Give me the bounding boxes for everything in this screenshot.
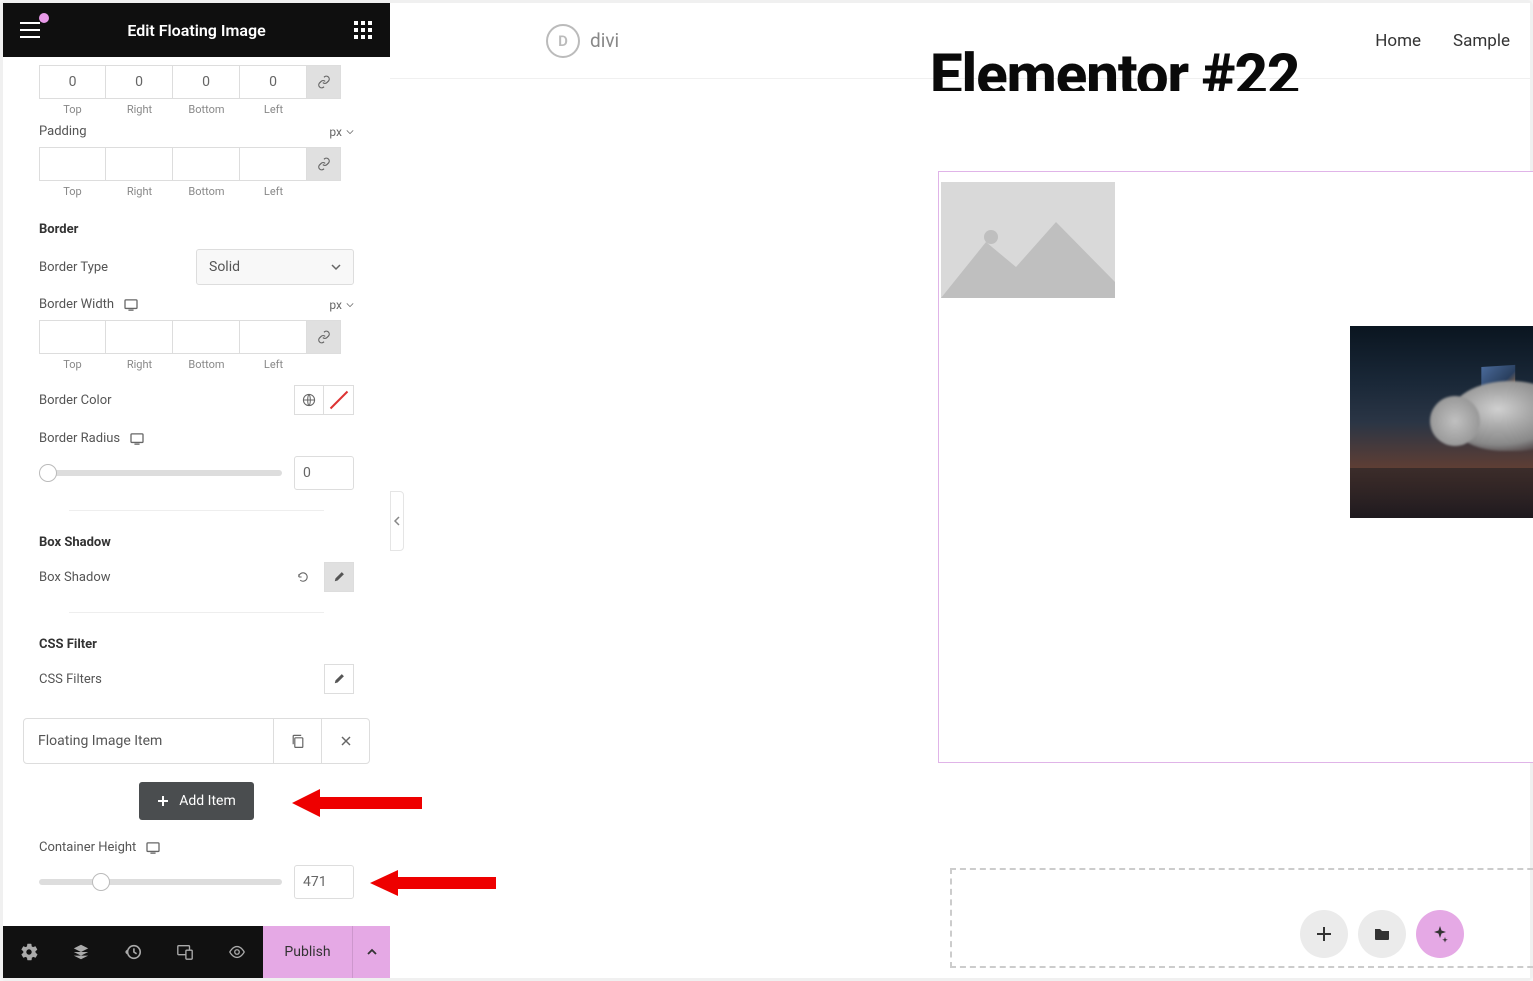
- border-color-swatch[interactable]: [324, 385, 354, 415]
- margin-right-input[interactable]: [106, 65, 173, 99]
- responsive-button[interactable]: [159, 926, 211, 978]
- remove-item-button[interactable]: [321, 719, 369, 763]
- container-height-slider[interactable]: [39, 879, 282, 885]
- floating-image-preview[interactable]: [1350, 326, 1533, 518]
- border-radius-label: Border Radius: [39, 431, 120, 446]
- notification-dot: [39, 13, 49, 23]
- cssfilter-label: CSS Filters: [39, 672, 102, 687]
- margin-left-input[interactable]: [240, 65, 307, 99]
- responsive-icon[interactable]: [124, 299, 138, 311]
- history-button[interactable]: [107, 926, 159, 978]
- add-item-button[interactable]: Add Item: [139, 782, 254, 820]
- border-width-link-button[interactable]: [307, 320, 341, 354]
- sidebar-footer: Publish: [3, 926, 390, 978]
- cssfilter-edit-button[interactable]: [324, 664, 354, 694]
- border-type-label: Border Type: [39, 260, 108, 275]
- placeholder-image[interactable]: [941, 182, 1115, 298]
- nav-home[interactable]: Home: [1375, 31, 1421, 51]
- padding-label: Padding: [39, 124, 87, 139]
- sidebar-header: Edit Floating Image: [3, 3, 390, 57]
- padding-unit-select[interactable]: px: [329, 125, 354, 139]
- add-element-button[interactable]: [1300, 910, 1348, 958]
- border-section-title: Border: [39, 222, 354, 237]
- padding-right-input[interactable]: [106, 147, 173, 181]
- boxshadow-reset-button[interactable]: [288, 562, 318, 592]
- label-top: Top: [39, 103, 106, 116]
- label-bottom: Bottom: [173, 103, 240, 116]
- duplicate-item-button[interactable]: [273, 719, 321, 763]
- editor-sidebar: Edit Floating Image Top Right Bottom Lef…: [3, 3, 390, 978]
- floating-toolbar: [1300, 910, 1464, 958]
- nav-sample[interactable]: Sample: [1453, 31, 1510, 51]
- boxshadow-label: Box Shadow: [39, 570, 111, 585]
- padding-left-input[interactable]: [240, 147, 307, 181]
- label-left: Left: [240, 103, 307, 116]
- page-title: Elementor #22: [930, 31, 1299, 91]
- collapse-panel-button[interactable]: [390, 491, 404, 551]
- preview-button[interactable]: [211, 926, 263, 978]
- floating-image-container[interactable]: [938, 171, 1533, 763]
- navigator-button[interactable]: [55, 926, 107, 978]
- preview-area: D divi Home Sample Elementor #22: [390, 3, 1530, 978]
- plus-icon: [157, 795, 169, 807]
- nav-links: Home Sample: [1375, 31, 1510, 51]
- border-radius-slider[interactable]: [39, 470, 282, 476]
- folder-button[interactable]: [1358, 910, 1406, 958]
- floating-image-item-row[interactable]: Floating Image Item: [23, 718, 370, 764]
- container-height-input[interactable]: [294, 865, 354, 899]
- boxshadow-section-title: Box Shadow: [39, 535, 354, 550]
- panel-title: Edit Floating Image: [45, 21, 348, 40]
- margin-link-button[interactable]: [307, 65, 341, 99]
- label-right: Right: [106, 103, 173, 116]
- margin-bottom-input[interactable]: [173, 65, 240, 99]
- apps-grid-button[interactable]: [348, 15, 378, 45]
- border-width-bottom-input[interactable]: [173, 320, 240, 354]
- padding-bottom-input[interactable]: [173, 147, 240, 181]
- border-width-label: Border Width: [39, 297, 114, 312]
- site-logo[interactable]: D divi: [546, 24, 619, 58]
- border-width-right-input[interactable]: [106, 320, 173, 354]
- responsive-icon[interactable]: [146, 842, 160, 854]
- cssfilter-section-title: CSS Filter: [39, 637, 354, 652]
- global-color-button[interactable]: [294, 385, 324, 415]
- floating-image-item-label: Floating Image Item: [24, 733, 273, 749]
- margin-top-input[interactable]: [39, 65, 106, 99]
- settings-button[interactable]: [3, 926, 55, 978]
- responsive-icon[interactable]: [130, 433, 144, 445]
- container-height-label: Container Height: [39, 840, 136, 855]
- publish-options-button[interactable]: [352, 926, 390, 978]
- padding-link-button[interactable]: [307, 147, 341, 181]
- border-radius-input[interactable]: [294, 456, 354, 490]
- ai-button[interactable]: [1416, 910, 1464, 958]
- border-width-top-input[interactable]: [39, 320, 106, 354]
- panel-body: Top Right Bottom Left Padding px: [3, 57, 390, 926]
- publish-button[interactable]: Publish: [263, 926, 352, 978]
- menu-button[interactable]: [15, 15, 45, 45]
- boxshadow-edit-button[interactable]: [324, 562, 354, 592]
- padding-top-input[interactable]: [39, 147, 106, 181]
- border-color-label: Border Color: [39, 393, 112, 408]
- border-width-left-input[interactable]: [240, 320, 307, 354]
- border-type-select[interactable]: Solid: [196, 249, 354, 285]
- border-width-unit-select[interactable]: px: [329, 298, 354, 312]
